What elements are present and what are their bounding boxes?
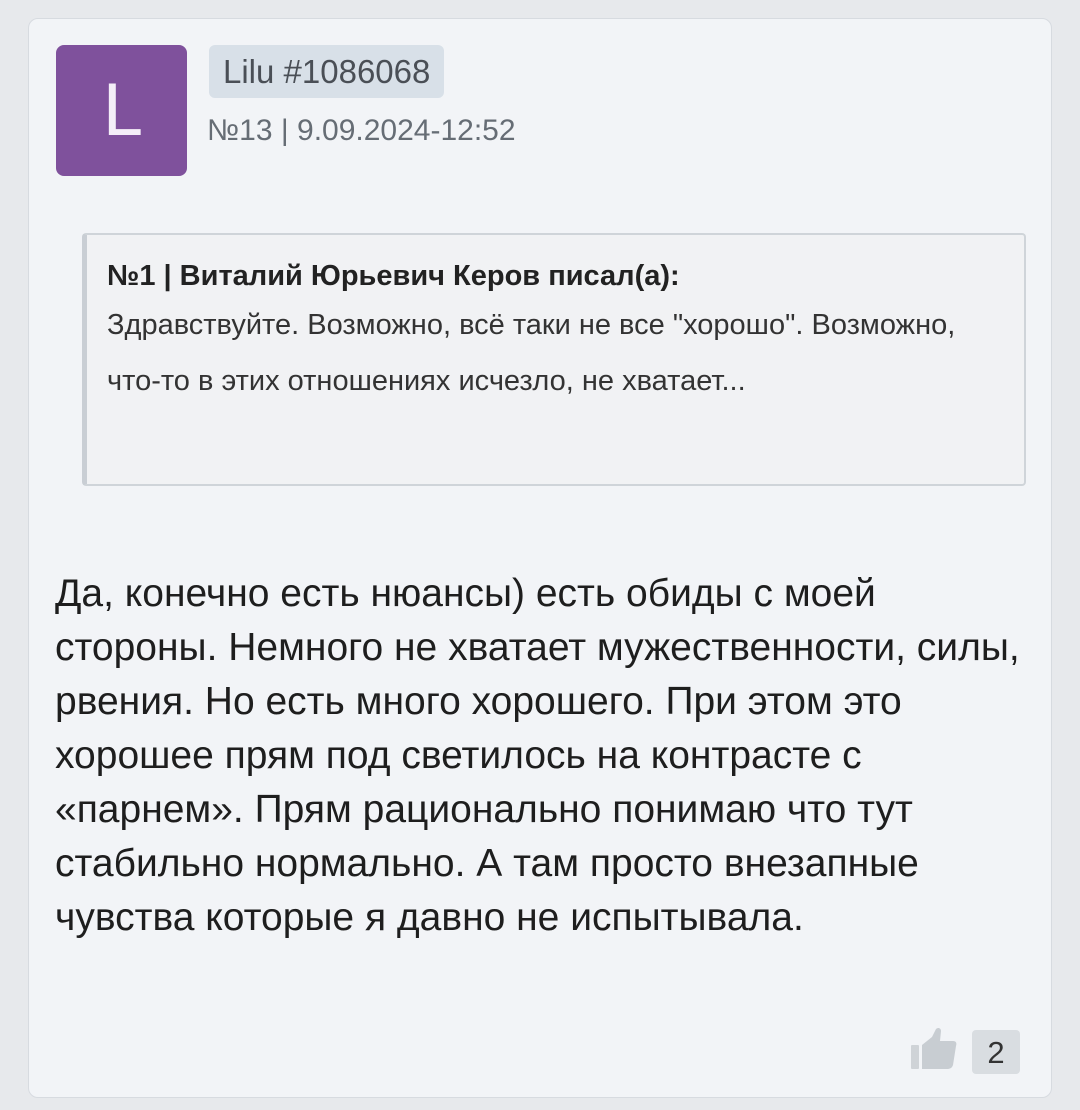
like-count: 2 — [972, 1030, 1020, 1074]
forum-post: L Lilu #1086068 №13 | 9.09.2024-12:52 №1… — [28, 18, 1052, 1098]
post-body: Да, конечно есть нюансы) есть обиды с мо… — [55, 572, 1020, 939]
username: Lilu #1086068 — [223, 53, 431, 90]
avatar[interactable]: L — [56, 45, 187, 176]
quote-text: Здравствуйте. Возможно, всё таки не все … — [107, 309, 956, 397]
avatar-letter: L — [102, 69, 141, 152]
thumbs-up-icon — [911, 1027, 957, 1069]
post-meta: №13 | 9.09.2024-12:52 — [207, 114, 516, 147]
quote-block: №1 | Виталий Юрьевич Керов писал(а): Здр… — [82, 233, 1026, 486]
quote-header: №1 | Виталий Юрьевич Керов писал(а): — [107, 260, 680, 292]
like-button[interactable] — [910, 1027, 958, 1071]
username-badge[interactable]: Lilu #1086068 — [209, 45, 445, 98]
